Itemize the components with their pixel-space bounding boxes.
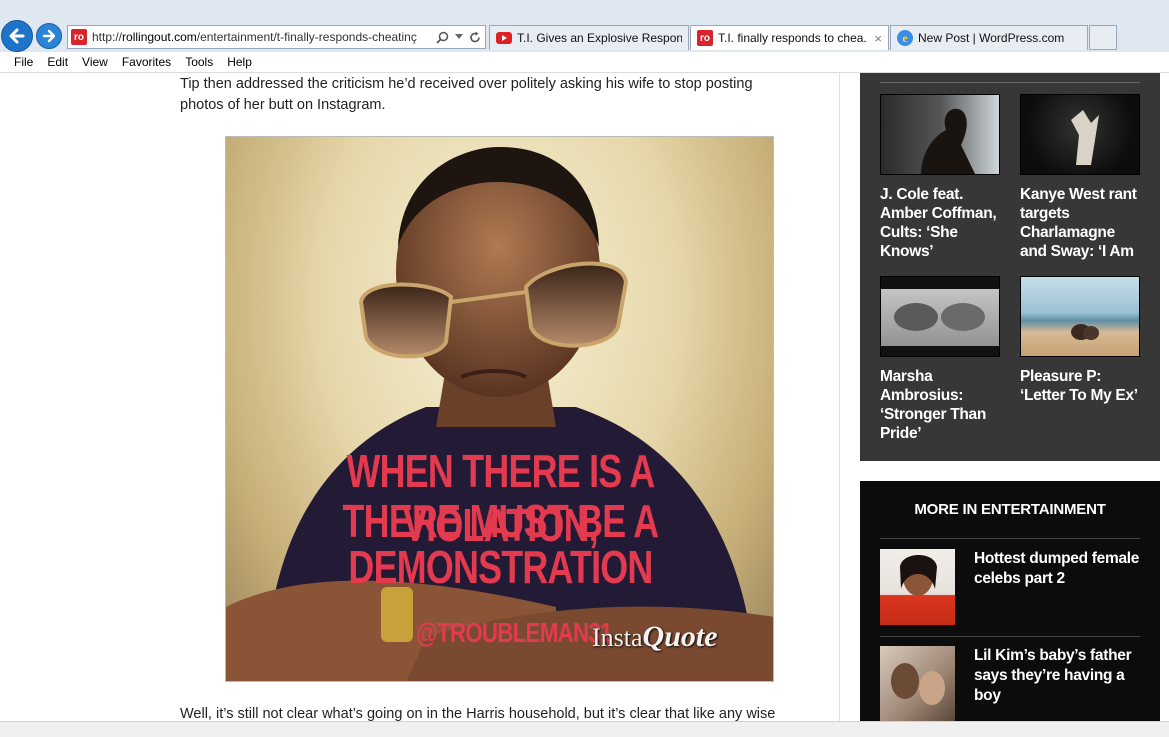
menu-bar: File Edit View Favorites Tools Help (0, 52, 1169, 73)
back-button[interactable] (1, 20, 33, 52)
video-thumbnail[interactable] (1020, 94, 1140, 175)
arrow-left-icon (9, 28, 25, 44)
video-title[interactable]: Pleasure P: ‘Letter To My Ex’ (1020, 367, 1140, 405)
video-grid: J. Cole feat. Amber Coffman, Cults: ‘She… (860, 73, 1160, 461)
video-title[interactable]: J. Cole feat. Amber Coffman, Cults: ‘She… (880, 185, 1000, 261)
menu-file[interactable]: File (14, 55, 33, 69)
menu-favorites[interactable]: Favorites (122, 55, 171, 69)
video-card[interactable]: Kanye West rant targets Charlamagne and … (1020, 94, 1140, 261)
more-in-entertainment: MORE IN ENTERTAINMENT Hottest dumped fem… (860, 481, 1160, 721)
browser-chrome: ro http://rollingout.com/entertainment/t… (0, 0, 1169, 53)
quote-line: DEMONSTRATION (348, 541, 653, 593)
refresh-icon[interactable] (469, 31, 481, 44)
menu-help[interactable]: Help (227, 55, 252, 69)
video-card[interactable]: Marsha Ambrosius: ‘Stronger Than Pride’ (880, 276, 1000, 443)
list-thumbnail[interactable] (880, 646, 955, 721)
list-thumbnail[interactable] (880, 549, 955, 625)
video-thumbnail[interactable] (880, 276, 1000, 357)
portrait-illustration (226, 147, 773, 681)
sidebar: J. Cole feat. Amber Coffman, Cults: ‘She… (860, 73, 1160, 721)
arrow-right-icon (42, 29, 56, 43)
menu-view[interactable]: View (82, 55, 108, 69)
video-thumbnail[interactable] (880, 94, 1000, 175)
menu-edit[interactable]: Edit (47, 55, 68, 69)
article-image[interactable]: WHEN THERE IS A VIOLATION, THERE MUST BE… (225, 136, 774, 682)
forward-button[interactable] (36, 23, 62, 49)
instaquote-watermark: InstaQuote (592, 620, 718, 653)
article-paragraph: Tip then addressed the criticism he’d re… (180, 76, 753, 113)
quote-handle: @TROUBLEMAN31 (416, 617, 612, 648)
video-title[interactable]: Marsha Ambrosius: ‘Stronger Than Pride’ (880, 367, 1000, 443)
article-column: Tip then addressed the criticism he’d re… (0, 73, 840, 721)
video-thumbnail[interactable] (1020, 276, 1140, 357)
tab-rollingout[interactable]: ro T.I. finally responds to chea... × (690, 25, 889, 50)
url-text[interactable]: http://rollingout.com/entertainment/t-fi… (92, 30, 432, 44)
youtube-icon (496, 32, 512, 44)
tab-youtube[interactable]: T.I. Gives an Explosive Respons... (489, 25, 689, 50)
site-favicon-icon: ro (71, 29, 87, 45)
tab-wordpress[interactable]: e New Post | WordPress.com (890, 25, 1088, 50)
menu-tools[interactable]: Tools (185, 55, 213, 69)
web-page: Tip then addressed the criticism he’d re… (0, 73, 1169, 721)
ie-icon: e (897, 30, 913, 46)
list-item-title[interactable]: Lil Kim’s baby’s father says they’re hav… (974, 646, 1144, 706)
rollingout-icon: ro (697, 30, 713, 46)
close-tab-icon[interactable]: × (868, 31, 882, 46)
new-tab-button[interactable] (1089, 25, 1117, 50)
article-paragraph: Well, it’s still not clear what’s going … (180, 706, 776, 721)
address-bar[interactable]: ro http://rollingout.com/entertainment/t… (67, 25, 486, 49)
video-card[interactable]: Pleasure P: ‘Letter To My Ex’ (1020, 276, 1140, 405)
video-title[interactable]: Kanye West rant targets Charlamagne and … (1020, 185, 1140, 261)
list-item-title[interactable]: Hottest dumped female celebs part 2 (974, 549, 1144, 589)
chevron-down-icon[interactable] (455, 34, 463, 40)
video-card[interactable]: J. Cole feat. Amber Coffman, Cults: ‘She… (880, 94, 1000, 261)
section-heading: MORE IN ENTERTAINMENT (914, 501, 1106, 518)
status-bar (0, 721, 1169, 737)
search-icon[interactable] (436, 31, 449, 44)
